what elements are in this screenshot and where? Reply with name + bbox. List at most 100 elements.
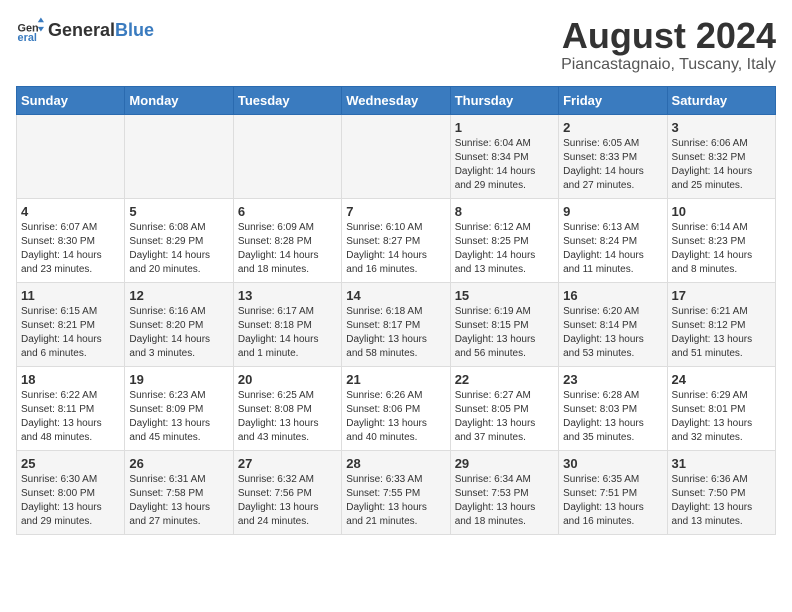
calendar-cell: 8Sunrise: 6:12 AM Sunset: 8:25 PM Daylig…: [450, 198, 558, 282]
page-header: Gen eral GeneralBlue August 2024 Piancas…: [16, 16, 776, 74]
calendar-cell: 14Sunrise: 6:18 AM Sunset: 8:17 PM Dayli…: [342, 282, 450, 366]
calendar-cell: 10 Sunrise: 6:14 AM Sunset: 8:23 PM Dayli…: [667, 198, 775, 282]
day-info: Sunrise: 6:06 AM Sunset: 8:32 PM Dayligh…: [672, 137, 771, 193]
column-header-saturday: Saturday: [667, 86, 775, 114]
column-header-tuesday: Tuesday: [233, 86, 341, 114]
day-number: 28: [346, 456, 445, 471]
calendar-week-4: 18 Sunrise: 6:22 AM Sunset: 8:11 PM Dayli…: [17, 366, 776, 450]
day-info: Sunrise: 6:15 AM Sunset: 8:21 PM Dayligh…: [21, 305, 120, 361]
logo-icon: Gen eral: [16, 16, 44, 44]
svg-text:eral: eral: [18, 32, 37, 44]
calendar-cell: 28Sunrise: 6:33 AM Sunset: 7:55 PM Dayli…: [342, 450, 450, 534]
day-number: 2: [563, 120, 662, 135]
column-header-thursday: Thursday: [450, 86, 558, 114]
day-info: Sunrise: 6:16 AM Sunset: 8:20 PM Dayligh…: [129, 305, 228, 361]
calendar-cell: 30 Sunrise: 6:35 AM Sunset: 7:51 PM Dayli…: [559, 450, 667, 534]
calendar-cell: [17, 114, 125, 198]
day-info: Sunrise: 6:09 AM Sunset: 8:28 PM Dayligh…: [238, 221, 337, 277]
calendar-cell: 7Sunrise: 6:10 AM Sunset: 8:27 PM Daylig…: [342, 198, 450, 282]
calendar-cell: 9Sunrise: 6:13 AM Sunset: 8:24 PM Daylig…: [559, 198, 667, 282]
day-number: 26: [129, 456, 228, 471]
logo-blue: Blue: [115, 20, 154, 40]
day-number: 19: [129, 372, 228, 387]
logo-general: General: [48, 20, 115, 40]
day-number: 31: [672, 456, 771, 471]
day-number: 30: [563, 456, 662, 471]
day-number: 18: [21, 372, 120, 387]
day-info: Sunrise: 6:21 AM Sunset: 8:12 PM Dayligh…: [672, 305, 771, 361]
day-number: 10: [672, 204, 771, 219]
day-info: Sunrise: 6:07 AM Sunset: 8:30 PM Dayligh…: [21, 221, 120, 277]
day-number: 22: [455, 372, 554, 387]
calendar-cell: 3 Sunrise: 6:06 AM Sunset: 8:32 PM Daylig…: [667, 114, 775, 198]
day-info: Sunrise: 6:23 AM Sunset: 8:09 PM Dayligh…: [129, 389, 228, 445]
calendar-cell: 1Sunrise: 6:04 AM Sunset: 8:34 PM Daylig…: [450, 114, 558, 198]
logo-text: GeneralBlue: [48, 20, 154, 41]
day-number: 21: [346, 372, 445, 387]
calendar-cell: [342, 114, 450, 198]
month-year-title: August 2024: [561, 16, 776, 56]
calendar-cell: 18 Sunrise: 6:22 AM Sunset: 8:11 PM Dayli…: [17, 366, 125, 450]
calendar-cell: 16Sunrise: 6:20 AM Sunset: 8:14 PM Dayli…: [559, 282, 667, 366]
day-number: 12: [129, 288, 228, 303]
calendar-cell: 29 Sunrise: 6:34 AM Sunset: 7:53 PM Dayli…: [450, 450, 558, 534]
day-number: 3: [672, 120, 771, 135]
day-info: Sunrise: 6:28 AM Sunset: 8:03 PM Dayligh…: [563, 389, 662, 445]
day-info: Sunrise: 6:14 AM Sunset: 8:23 PM Dayligh…: [672, 221, 771, 277]
day-info: Sunrise: 6:10 AM Sunset: 8:27 PM Dayligh…: [346, 221, 445, 277]
day-info: Sunrise: 6:17 AM Sunset: 8:18 PM Dayligh…: [238, 305, 337, 361]
calendar-cell: 4 Sunrise: 6:07 AM Sunset: 8:30 PM Daylig…: [17, 198, 125, 282]
day-number: 20: [238, 372, 337, 387]
day-number: 27: [238, 456, 337, 471]
day-info: Sunrise: 6:20 AM Sunset: 8:14 PM Dayligh…: [563, 305, 662, 361]
day-number: 23: [563, 372, 662, 387]
calendar-cell: [125, 114, 233, 198]
day-info: Sunrise: 6:35 AM Sunset: 7:51 PM Dayligh…: [563, 473, 662, 529]
day-info: Sunrise: 6:32 AM Sunset: 7:56 PM Dayligh…: [238, 473, 337, 529]
calendar-cell: 15 Sunrise: 6:19 AM Sunset: 8:15 PM Dayli…: [450, 282, 558, 366]
calendar-cell: 25 Sunrise: 6:30 AM Sunset: 8:00 PM Dayli…: [17, 450, 125, 534]
day-number: 29: [455, 456, 554, 471]
day-number: 15: [455, 288, 554, 303]
day-number: 17: [672, 288, 771, 303]
calendar-week-5: 25 Sunrise: 6:30 AM Sunset: 8:00 PM Dayli…: [17, 450, 776, 534]
calendar-cell: 31 Sunrise: 6:36 AM Sunset: 7:50 PM Dayli…: [667, 450, 775, 534]
calendar-cell: 23 Sunrise: 6:28 AM Sunset: 8:03 PM Dayli…: [559, 366, 667, 450]
calendar-week-1: 1Sunrise: 6:04 AM Sunset: 8:34 PM Daylig…: [17, 114, 776, 198]
calendar-cell: 12 Sunrise: 6:16 AM Sunset: 8:20 PM Dayli…: [125, 282, 233, 366]
day-info: Sunrise: 6:36 AM Sunset: 7:50 PM Dayligh…: [672, 473, 771, 529]
day-number: 11: [21, 288, 120, 303]
day-number: 5: [129, 204, 228, 219]
day-info: Sunrise: 6:29 AM Sunset: 8:01 PM Dayligh…: [672, 389, 771, 445]
calendar-cell: 11 Sunrise: 6:15 AM Sunset: 8:21 PM Dayli…: [17, 282, 125, 366]
day-info: Sunrise: 6:18 AM Sunset: 8:17 PM Dayligh…: [346, 305, 445, 361]
column-header-monday: Monday: [125, 86, 233, 114]
column-header-sunday: Sunday: [17, 86, 125, 114]
calendar-week-2: 4 Sunrise: 6:07 AM Sunset: 8:30 PM Daylig…: [17, 198, 776, 282]
calendar-header-row: SundayMondayTuesdayWednesdayThursdayFrid…: [17, 86, 776, 114]
day-info: Sunrise: 6:22 AM Sunset: 8:11 PM Dayligh…: [21, 389, 120, 445]
calendar-cell: 22Sunrise: 6:27 AM Sunset: 8:05 PM Dayli…: [450, 366, 558, 450]
calendar-week-3: 11 Sunrise: 6:15 AM Sunset: 8:21 PM Dayli…: [17, 282, 776, 366]
day-info: Sunrise: 6:05 AM Sunset: 8:33 PM Dayligh…: [563, 137, 662, 193]
title-section: August 2024 Piancastagnaio, Tuscany, Ita…: [561, 16, 776, 74]
day-info: Sunrise: 6:25 AM Sunset: 8:08 PM Dayligh…: [238, 389, 337, 445]
location-subtitle: Piancastagnaio, Tuscany, Italy: [561, 56, 776, 74]
day-info: Sunrise: 6:19 AM Sunset: 8:15 PM Dayligh…: [455, 305, 554, 361]
calendar-cell: 24Sunrise: 6:29 AM Sunset: 8:01 PM Dayli…: [667, 366, 775, 450]
column-header-wednesday: Wednesday: [342, 86, 450, 114]
logo: Gen eral GeneralBlue: [16, 16, 154, 44]
day-info: Sunrise: 6:13 AM Sunset: 8:24 PM Dayligh…: [563, 221, 662, 277]
day-number: 4: [21, 204, 120, 219]
day-info: Sunrise: 6:26 AM Sunset: 8:06 PM Dayligh…: [346, 389, 445, 445]
day-number: 6: [238, 204, 337, 219]
day-number: 13: [238, 288, 337, 303]
day-number: 8: [455, 204, 554, 219]
day-number: 25: [21, 456, 120, 471]
calendar-cell: 19 Sunrise: 6:23 AM Sunset: 8:09 PM Dayli…: [125, 366, 233, 450]
day-info: Sunrise: 6:34 AM Sunset: 7:53 PM Dayligh…: [455, 473, 554, 529]
day-info: Sunrise: 6:30 AM Sunset: 8:00 PM Dayligh…: [21, 473, 120, 529]
calendar-cell: 17 Sunrise: 6:21 AM Sunset: 8:12 PM Dayli…: [667, 282, 775, 366]
calendar-cell: 26Sunrise: 6:31 AM Sunset: 7:58 PM Dayli…: [125, 450, 233, 534]
calendar-cell: 27 Sunrise: 6:32 AM Sunset: 7:56 PM Dayli…: [233, 450, 341, 534]
